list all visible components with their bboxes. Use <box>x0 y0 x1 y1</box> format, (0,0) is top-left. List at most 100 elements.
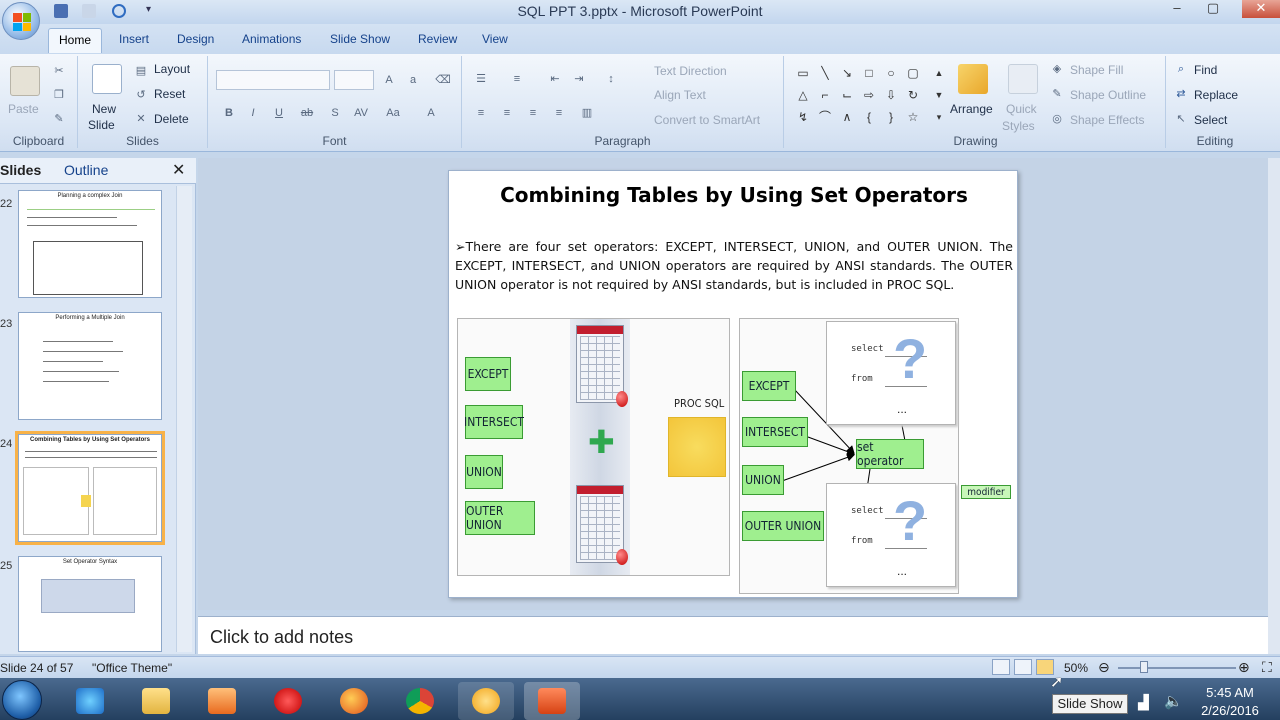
shapes-scroll-up-icon[interactable]: ▲ <box>932 66 946 80</box>
change-case-icon[interactable]: Aa <box>384 104 402 122</box>
shapes-more-icon[interactable]: ▾ <box>932 110 946 124</box>
align-text-button[interactable]: Align Text <box>654 88 706 102</box>
down-arrow-shape-icon[interactable]: ⇩ <box>884 88 898 102</box>
shape-effects-button[interactable]: Shape Effects <box>1070 113 1145 127</box>
tab-review[interactable]: Review <box>418 32 457 46</box>
clear-format-icon[interactable]: ⌫ <box>434 71 452 89</box>
zoom-level[interactable]: 50% <box>1064 661 1088 675</box>
slide-title[interactable]: Combining Tables by Using Set Operators <box>449 183 1019 207</box>
align-right-icon[interactable]: ≡ <box>524 104 542 122</box>
font-name-combo[interactable] <box>216 70 330 90</box>
reset-button[interactable]: Reset <box>154 87 185 101</box>
slide[interactable]: Combining Tables by Using Set Operators … <box>448 170 1018 598</box>
freeform-shape-icon[interactable]: ↯ <box>796 110 810 124</box>
justify-icon[interactable]: ≡ <box>550 104 568 122</box>
arrange-button[interactable]: Arrange <box>950 102 993 116</box>
tab-animations[interactable]: Animations <box>242 32 301 46</box>
panel-scrollbar[interactable] <box>176 186 192 652</box>
tab-slide-show[interactable]: Slide Show <box>330 32 390 46</box>
convert-smartart-button[interactable]: Convert to SmartArt <box>654 113 760 127</box>
columns-icon[interactable]: ▥ <box>578 104 596 122</box>
elbow-connector-icon[interactable]: ⌐ <box>818 88 832 102</box>
quick-styles-label-2[interactable]: Styles <box>1002 119 1035 133</box>
shape-outline-button[interactable]: Shape Outline <box>1070 88 1146 102</box>
taskbar-media-player[interactable] <box>194 682 250 720</box>
office-button[interactable] <box>2 2 40 40</box>
network-icon[interactable]: ▟ <box>1138 694 1149 711</box>
replace-button[interactable]: Replace <box>1194 88 1238 102</box>
taskbar-app-flower[interactable] <box>458 682 514 720</box>
taskbar-chrome[interactable] <box>392 682 448 720</box>
line-shape-icon[interactable]: ╲ <box>818 66 832 80</box>
system-clock[interactable]: 5:45 AM 2/26/2016 <box>1190 684 1270 720</box>
brace-left-shape-icon[interactable]: { <box>862 110 876 124</box>
rectangle-shape-icon[interactable]: □ <box>862 66 876 80</box>
tab-insert[interactable]: Insert <box>119 32 149 46</box>
align-left-icon[interactable]: ≡ <box>472 104 490 122</box>
text-direction-button[interactable]: Text Direction <box>654 64 727 78</box>
select-button[interactable]: Select <box>1194 113 1227 127</box>
new-slide-icon[interactable] <box>92 64 122 94</box>
taskbar-firefox[interactable] <box>326 682 382 720</box>
italic-icon[interactable]: I <box>244 104 262 122</box>
normal-view-button[interactable] <box>992 659 1010 675</box>
strikethrough-icon[interactable]: ab <box>298 104 316 122</box>
new-slide-label[interactable]: New <box>92 102 116 116</box>
quick-styles-icon[interactable] <box>1008 64 1038 94</box>
tab-design[interactable]: Design <box>177 32 214 46</box>
slide-thumbnail-23[interactable]: Performing a Multiple Join <box>18 312 162 420</box>
zoom-slider-thumb[interactable] <box>1140 661 1148 673</box>
slide-body-text[interactable]: ➢There are four set operators: EXCEPT, I… <box>455 237 1013 294</box>
slide-sorter-button[interactable] <box>1014 659 1032 675</box>
scribble-shape-icon[interactable]: ∧ <box>840 110 854 124</box>
taskbar-file-explorer[interactable] <box>128 682 184 720</box>
underline-icon[interactable]: U <box>270 104 288 122</box>
zoom-out-icon[interactable]: ⊖ <box>1098 659 1110 676</box>
taskbar-opera[interactable] <box>260 682 316 720</box>
star-shape-icon[interactable]: ☆ <box>906 110 920 124</box>
slide-scrollbar[interactable] <box>1268 158 1280 654</box>
zoom-slider[interactable] <box>1118 667 1236 669</box>
left-diagram[interactable]: EXCEPT INTERSECT UNION OUTER UNION ✚ PRO… <box>457 318 730 576</box>
tab-home[interactable]: Home <box>48 28 103 53</box>
cut-icon[interactable]: ✂ <box>50 62 68 80</box>
slide-thumbnail-22[interactable]: Planning a complex Join <box>18 190 162 298</box>
shape-fill-button[interactable]: Shape Fill <box>1070 63 1123 77</box>
bullets-icon[interactable]: ☰ <box>472 70 490 88</box>
textbox-shape-icon[interactable]: ▭ <box>796 66 810 80</box>
align-center-icon[interactable]: ≡ <box>498 104 516 122</box>
curve-shape-icon[interactable]: ⌒ <box>818 110 832 124</box>
font-size-combo[interactable] <box>334 70 374 90</box>
paste-button[interactable]: Paste <box>8 102 39 116</box>
oval-shape-icon[interactable]: ○ <box>884 66 898 80</box>
rotate-shape-icon[interactable]: ↻ <box>906 88 920 102</box>
shrink-font-icon[interactable]: a <box>404 71 422 89</box>
grow-font-icon[interactable]: A <box>380 71 398 89</box>
increase-indent-icon[interactable]: ⇥ <box>570 70 588 88</box>
line-spacing-icon[interactable]: ↕ <box>602 70 620 88</box>
notes-placeholder[interactable]: Click to add notes <box>210 627 353 648</box>
slide-thumbnail-24[interactable]: Combining Tables by Using Set Operators <box>15 431 165 545</box>
quick-styles-button[interactable]: Quick <box>1006 102 1037 116</box>
elbow-arrow-icon[interactable]: ⌙ <box>840 88 854 102</box>
notes-pane[interactable]: Click to add notes <box>198 616 1268 654</box>
tab-view[interactable]: View <box>482 32 508 46</box>
format-painter-icon[interactable]: ✎ <box>50 110 68 128</box>
right-diagram[interactable]: EXCEPT INTERSECT UNION OUTER UNION selec… <box>739 318 959 594</box>
right-arrow-shape-icon[interactable]: ⇨ <box>862 88 876 102</box>
layout-button[interactable]: Layout <box>154 62 190 76</box>
slide-thumbnail-25[interactable]: Set Operator Syntax <box>18 556 162 652</box>
minimize-button[interactable]: ‒ <box>1164 0 1190 18</box>
rounded-rect-shape-icon[interactable]: ▢ <box>906 66 920 80</box>
new-slide-label-2[interactable]: Slide <box>88 118 115 132</box>
find-button[interactable]: Find <box>1194 63 1217 77</box>
fit-window-icon[interactable]: ⛶ <box>1262 659 1272 676</box>
brace-right-shape-icon[interactable]: } <box>884 110 898 124</box>
delete-button[interactable]: Delete <box>154 112 189 126</box>
font-color-icon[interactable]: A <box>422 104 440 122</box>
triangle-shape-icon[interactable]: △ <box>796 88 810 102</box>
close-button[interactable]: ✕ <box>1242 0 1280 18</box>
close-panel-icon[interactable]: ✕ <box>172 160 185 180</box>
copy-icon[interactable]: ❐ <box>50 86 68 104</box>
char-spacing-icon[interactable]: AV <box>352 104 370 122</box>
